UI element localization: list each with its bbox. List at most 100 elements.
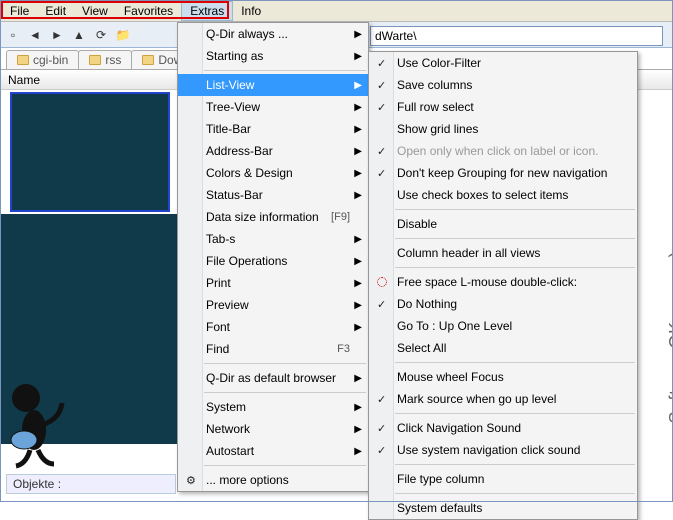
file-list-pane[interactable] (10, 92, 170, 212)
check-icon: ✓ (377, 167, 386, 180)
listview-item-20[interactable]: ✓Click Navigation Sound (369, 417, 637, 439)
menu-item-label: Go To : Up One Level (397, 319, 512, 333)
extras-item-6[interactable]: Address-Bar▶ (178, 140, 368, 162)
extras-separator (204, 363, 366, 364)
menu-item-label: Tab-s (206, 232, 235, 246)
extras-item-0[interactable]: Q-Dir always ...▶ (178, 23, 368, 45)
folder-icon (89, 55, 101, 65)
check-icon: ✓ (377, 101, 386, 114)
extras-item-11[interactable]: File Operations▶ (178, 250, 368, 272)
listview-item-13[interactable]: ✓Do Nothing (369, 293, 637, 315)
new-window-icon[interactable]: ▫ (4, 26, 22, 44)
extras-item-3[interactable]: List-View▶ (178, 74, 368, 96)
listview-item-8[interactable]: Disable (369, 213, 637, 235)
submenu-arrow-icon: ▶ (354, 190, 362, 201)
menu-item-label: Title-Bar (206, 122, 251, 136)
extras-item-12[interactable]: Print▶ (178, 272, 368, 294)
menu-view[interactable]: View (74, 2, 116, 20)
extras-item-4[interactable]: Tree-View▶ (178, 96, 368, 118)
hotkey-label: F3 (337, 343, 350, 355)
listview-item-12[interactable]: Free space L-mouse double-click: (369, 271, 637, 293)
menu-item-label: Find (206, 342, 229, 356)
menu-item-label: Show grid lines (397, 122, 478, 136)
extras-item-10[interactable]: Tab-s ▶ (178, 228, 368, 250)
tab-cgi-bin[interactable]: cgi-bin (6, 50, 79, 69)
forward-icon[interactable]: ► (48, 26, 66, 44)
listview-separator (395, 267, 635, 268)
submenu-arrow-icon: ▶ (354, 124, 362, 135)
menu-item-label: ... more options (206, 473, 289, 487)
menu-favorites[interactable]: Favorites (116, 2, 181, 20)
menu-edit[interactable]: Edit (37, 2, 74, 20)
extras-item-5[interactable]: Title-Bar ▶ (178, 118, 368, 140)
folder-icon[interactable]: 📁 (114, 26, 132, 44)
menu-info[interactable]: Info (233, 2, 269, 20)
up-icon[interactable]: ▲ (70, 26, 88, 44)
extras-item-1[interactable]: Starting as ▶ (178, 45, 368, 67)
extras-item-19[interactable]: System▶ (178, 396, 368, 418)
menu-item-label: Q-Dir always ... (206, 27, 288, 41)
listview-item-21[interactable]: ✓ Use system navigation click sound (369, 439, 637, 461)
listview-item-6[interactable]: Use check boxes to select items (369, 184, 637, 206)
listview-item-4: ✓Open only when click on label or icon. (369, 140, 637, 162)
listview-item-25[interactable]: System defaults (369, 497, 637, 519)
menu-item-label: Open only when click on label or icon. (397, 144, 598, 158)
submenu-arrow-icon: ▶ (354, 234, 362, 245)
menu-item-label: Autostart (206, 444, 254, 458)
listview-item-2[interactable]: ✓ Full row select (369, 96, 637, 118)
extras-item-13[interactable]: Preview▶ (178, 294, 368, 316)
listview-item-10[interactable]: Column header in all views (369, 242, 637, 264)
submenu-arrow-icon: ▶ (354, 446, 362, 457)
extras-item-20[interactable]: Network▶ (178, 418, 368, 440)
listview-separator (395, 362, 635, 363)
menu-item-label: Starting as (206, 49, 263, 63)
extras-item-21[interactable]: Autostart ▶ (178, 440, 368, 462)
tab-rss[interactable]: rss (78, 50, 132, 69)
menu-item-label: List-View (206, 78, 254, 92)
menu-item-label: Full row select (397, 100, 474, 114)
menu-file[interactable]: File (2, 2, 37, 20)
gear-icon: ⚙ (186, 474, 196, 487)
menu-item-label: Column header in all views (397, 246, 540, 260)
menu-item-label: File Operations (206, 254, 287, 268)
extras-item-14[interactable]: Font▶ (178, 316, 368, 338)
extras-item-9[interactable]: Data size information[F9] (178, 206, 368, 228)
listview-item-3[interactable]: Show grid lines (369, 118, 637, 140)
listview-separator (395, 413, 635, 414)
listview-item-15[interactable]: Select All (369, 337, 637, 359)
listview-item-1[interactable]: ✓Save columns (369, 74, 637, 96)
menu-item-label: Use Color-Filter (397, 56, 481, 70)
extras-item-15[interactable]: Find F3 (178, 338, 368, 360)
menu-item-label: Free space L-mouse double-click: (397, 275, 577, 289)
submenu-arrow-icon: ▶ (354, 51, 362, 62)
menu-item-label: File type column (397, 472, 484, 486)
check-icon: ✓ (377, 444, 386, 457)
check-icon: ✓ (377, 79, 386, 92)
refresh-icon[interactable]: ⟳ (92, 26, 110, 44)
listview-item-14[interactable]: Go To : Up One Level (369, 315, 637, 337)
check-icon: ✓ (377, 57, 386, 70)
submenu-arrow-icon: ▶ (354, 402, 362, 413)
menu-item-label: Use system navigation click sound (397, 443, 580, 457)
listview-item-23[interactable]: File type column (369, 468, 637, 490)
listview-item-5[interactable]: ✓Don't keep Grouping for new navigation (369, 162, 637, 184)
listview-item-0[interactable]: ✓ Use Color-Filter (369, 52, 637, 74)
target-icon (377, 277, 387, 287)
extras-item-17[interactable]: Q-Dir as default browser▶ (178, 367, 368, 389)
listview-separator (395, 464, 635, 465)
address-bar[interactable]: dWarte\ (370, 26, 663, 46)
listview-item-17[interactable]: Mouse wheel Focus (369, 366, 637, 388)
submenu-arrow-icon: ▶ (354, 322, 362, 333)
menu-item-label: Click Navigation Sound (397, 421, 521, 435)
extras-item-8[interactable]: Status-Bar▶ (178, 184, 368, 206)
extras-item-7[interactable]: Colors & Design▶ (178, 162, 368, 184)
extras-item-23[interactable]: ⚙ ... more options (178, 469, 368, 491)
menu-extras[interactable]: Extras (181, 1, 233, 21)
back-icon[interactable]: ◄ (26, 26, 44, 44)
listview-item-18[interactable]: ✓Mark source when go up level (369, 388, 637, 410)
menu-item-label: Q-Dir as default browser (206, 371, 336, 385)
menubar: FileEditViewFavoritesExtrasInfo (0, 0, 673, 22)
menu-item-label: Network (206, 422, 250, 436)
menu-item-label: Disable (397, 217, 437, 231)
listview-separator (395, 238, 635, 239)
